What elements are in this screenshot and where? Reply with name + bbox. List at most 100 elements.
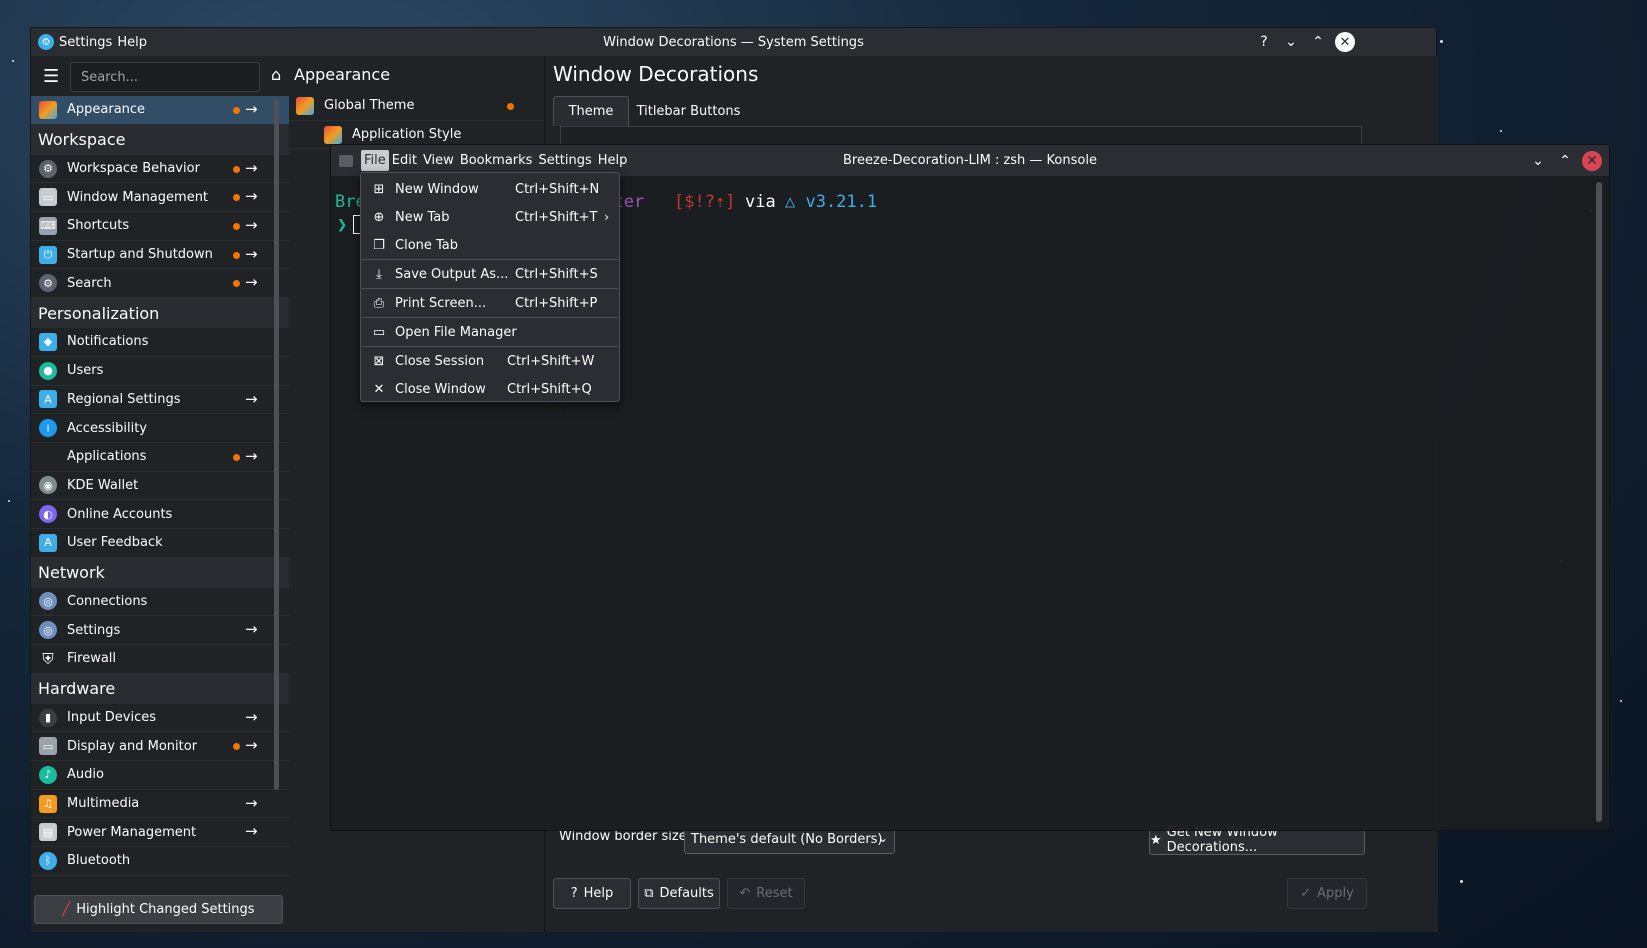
close-icon[interactable]: ✕ xyxy=(1582,151,1602,171)
sidebar-item-label: Power Management xyxy=(67,824,197,840)
menu-item-close-session[interactable]: ⊠ Close Session Ctrl+Shift+W xyxy=(361,347,619,375)
sidebar-item-window-management[interactable]: ▭ Window Management → xyxy=(31,183,300,213)
menu-view[interactable]: View xyxy=(420,150,457,171)
arrow-right-icon: → xyxy=(245,707,258,726)
sidebar-item-startup-and-shutdown[interactable]: ⏻ Startup and Shutdown → xyxy=(31,241,300,270)
multimedia-icon: ♫ xyxy=(39,794,57,813)
sidebar-item-input-devices[interactable]: ▮ Input Devices → xyxy=(31,704,300,733)
arrow-right-icon: → xyxy=(245,187,258,206)
menu-help[interactable]: Help xyxy=(595,150,631,171)
sidebar-item-shortcuts[interactable]: ⌨ Shortcuts → xyxy=(31,212,300,241)
folder-icon: ▭ xyxy=(372,324,386,340)
sidebar-item-user-feedback[interactable]: A User Feedback xyxy=(31,529,300,558)
arrow-right-icon: → xyxy=(245,273,258,292)
sidebar-scrollbar[interactable] xyxy=(274,100,279,790)
help-icon[interactable]: ? xyxy=(1254,32,1274,52)
minimize-icon[interactable]: ⌄ xyxy=(1281,32,1301,52)
sidebar-category-header: Network xyxy=(31,557,300,588)
menu-item-new-tab[interactable]: ⊕ New Tab Ctrl+Shift+T › xyxy=(361,203,619,231)
menu-settings[interactable]: Settings xyxy=(59,35,112,50)
sidebar-item-power-management[interactable]: ▤ Power Management → xyxy=(31,818,300,848)
menu-item-new-window[interactable]: ⊞ New Window Ctrl+Shift+N xyxy=(361,175,619,203)
sidebar-item-users[interactable]: ● Users xyxy=(31,357,300,386)
sidebar-item-workspace-behavior[interactable]: ⚙ Workspace Behavior → xyxy=(31,155,300,184)
network-icon: ◎ xyxy=(39,592,57,611)
arrow-right-icon: → xyxy=(245,244,258,263)
sidebar-item-firewall[interactable]: ⛨ Firewall xyxy=(31,645,300,674)
menu-item-close-window[interactable]: ✕ Close Window Ctrl+Shift+Q xyxy=(361,375,619,403)
settings-app-icon: ⚙ xyxy=(38,34,54,50)
check-icon: ✓ xyxy=(1300,886,1312,901)
sidebar-item-connections[interactable]: ◎ Connections xyxy=(31,588,300,617)
defaults-icon: ⧉ xyxy=(644,886,654,901)
monitor-icon: ▭ xyxy=(39,737,57,756)
menu-item-label: Close Window xyxy=(395,381,486,397)
bell-icon: ◆ xyxy=(39,332,57,351)
sidebar-item-settings[interactable]: ◎ Settings → xyxy=(31,616,300,645)
sidebar-item-audio[interactable]: ♪ Audio xyxy=(31,761,300,790)
search-input[interactable] xyxy=(70,62,260,92)
sidebar-item-label: Startup and Shutdown xyxy=(67,247,213,263)
help-label: Help xyxy=(583,886,614,901)
apply-button[interactable]: ✓ Apply xyxy=(1287,878,1367,909)
user-icon: ● xyxy=(39,361,57,380)
menu-bookmarks[interactable]: Bookmarks xyxy=(457,150,536,171)
sidebar-item-label: User Feedback xyxy=(67,535,163,551)
arrow-right-icon: → xyxy=(245,389,258,408)
sidebar-item-accessibility[interactable]: i Accessibility xyxy=(31,414,300,443)
menu-item-shortcut: Ctrl+Shift+P xyxy=(515,295,598,311)
close-session-icon: ⊠ xyxy=(373,353,385,369)
menu-item-open-file-manager[interactable]: ▭ Open File Manager xyxy=(361,318,619,346)
hamburger-menu-icon[interactable]: ☰ xyxy=(43,66,59,87)
changed-indicator xyxy=(233,107,240,114)
sidebar-item-kde-wallet[interactable]: ◉ KDE Wallet xyxy=(31,472,300,501)
tab-theme[interactable]: Theme xyxy=(553,96,629,126)
highlight-label: Highlight Changed Settings xyxy=(76,902,255,917)
sidebar-item-display-and-monitor[interactable]: ▭ Display and Monitor → xyxy=(31,732,300,762)
maximize-icon[interactable]: ⌃ xyxy=(1555,151,1575,171)
window-title: Window Decorations — System Settings xyxy=(603,34,864,50)
language-icon: A xyxy=(39,390,57,409)
changed-indicator xyxy=(233,223,240,231)
reset-button[interactable]: ↶ Reset xyxy=(727,878,805,909)
sidebar-item-bluetooth[interactable]: ᛒ Bluetooth xyxy=(31,847,300,876)
sidebar-item-regional-settings[interactable]: A Regional Settings → xyxy=(31,386,300,415)
menu-item-print-screen[interactable]: ⎙ Print Screen... Ctrl+Shift+P xyxy=(361,289,619,317)
wallet-icon: ◉ xyxy=(39,476,57,495)
tab-titlebar-buttons[interactable]: Titlebar Buttons xyxy=(636,96,741,126)
menu-edit[interactable]: Edit xyxy=(389,150,420,171)
menu-item-shortcut: Ctrl+Shift+S xyxy=(515,266,598,282)
maximize-icon[interactable]: ⌃ xyxy=(1308,32,1328,52)
menu-item-save-output-as[interactable]: ⤓ Save Output As... Ctrl+Shift+S xyxy=(361,260,619,288)
help-button[interactable]: ? Help xyxy=(553,878,631,909)
menu-file[interactable]: File xyxy=(361,150,389,171)
file-menu: ⊞ New Window Ctrl+Shift+N ⊕ New Tab Ctrl+Shif… xyxy=(360,172,620,402)
sidebar-item-label: Users xyxy=(67,363,104,379)
subcategory-item-global-theme[interactable]: Global Theme xyxy=(289,92,544,121)
terminal-scrollbar[interactable] xyxy=(1596,182,1602,822)
feedback-icon: A xyxy=(39,533,57,552)
menu-settings[interactable]: Settings xyxy=(535,150,594,171)
close-icon[interactable]: ✕ xyxy=(1335,32,1355,52)
home-icon[interactable]: ⌂ xyxy=(271,65,281,84)
changed-indicator xyxy=(507,103,514,110)
sidebar-item-search[interactable]: ⚙ Search → xyxy=(31,269,300,299)
question-icon: ? xyxy=(570,886,578,901)
subcategory-item-label: Global Theme xyxy=(324,98,415,114)
terminal-icon xyxy=(339,154,353,167)
arrow-right-icon: → xyxy=(245,736,258,755)
sidebar-item-applications[interactable]: Applications → xyxy=(31,443,300,472)
menu-item-clone-tab[interactable]: ❐ Clone Tab xyxy=(361,231,619,259)
arrow-right-icon: → xyxy=(245,822,258,841)
sidebar-item-online-accounts[interactable]: ◐ Online Accounts xyxy=(31,500,300,529)
menu-help[interactable]: Help xyxy=(117,35,147,50)
keyboard-icon: ⌨ xyxy=(39,216,57,235)
arrow-right-icon: → xyxy=(245,620,258,639)
sidebar-item-notifications[interactable]: ◆ Notifications xyxy=(31,328,300,357)
minimize-icon[interactable]: ⌄ xyxy=(1528,151,1548,171)
sidebar-item-multimedia[interactable]: ♫ Multimedia → xyxy=(31,790,300,819)
highlight-changed-settings-button[interactable]: ╱ Highlight Changed Settings xyxy=(34,895,283,924)
defaults-button[interactable]: ⧉ Defaults xyxy=(638,878,720,909)
sidebar-item-appearance[interactable]: Appearance → xyxy=(31,96,300,125)
terminal-git-status: [$!?⇡] xyxy=(674,192,736,212)
